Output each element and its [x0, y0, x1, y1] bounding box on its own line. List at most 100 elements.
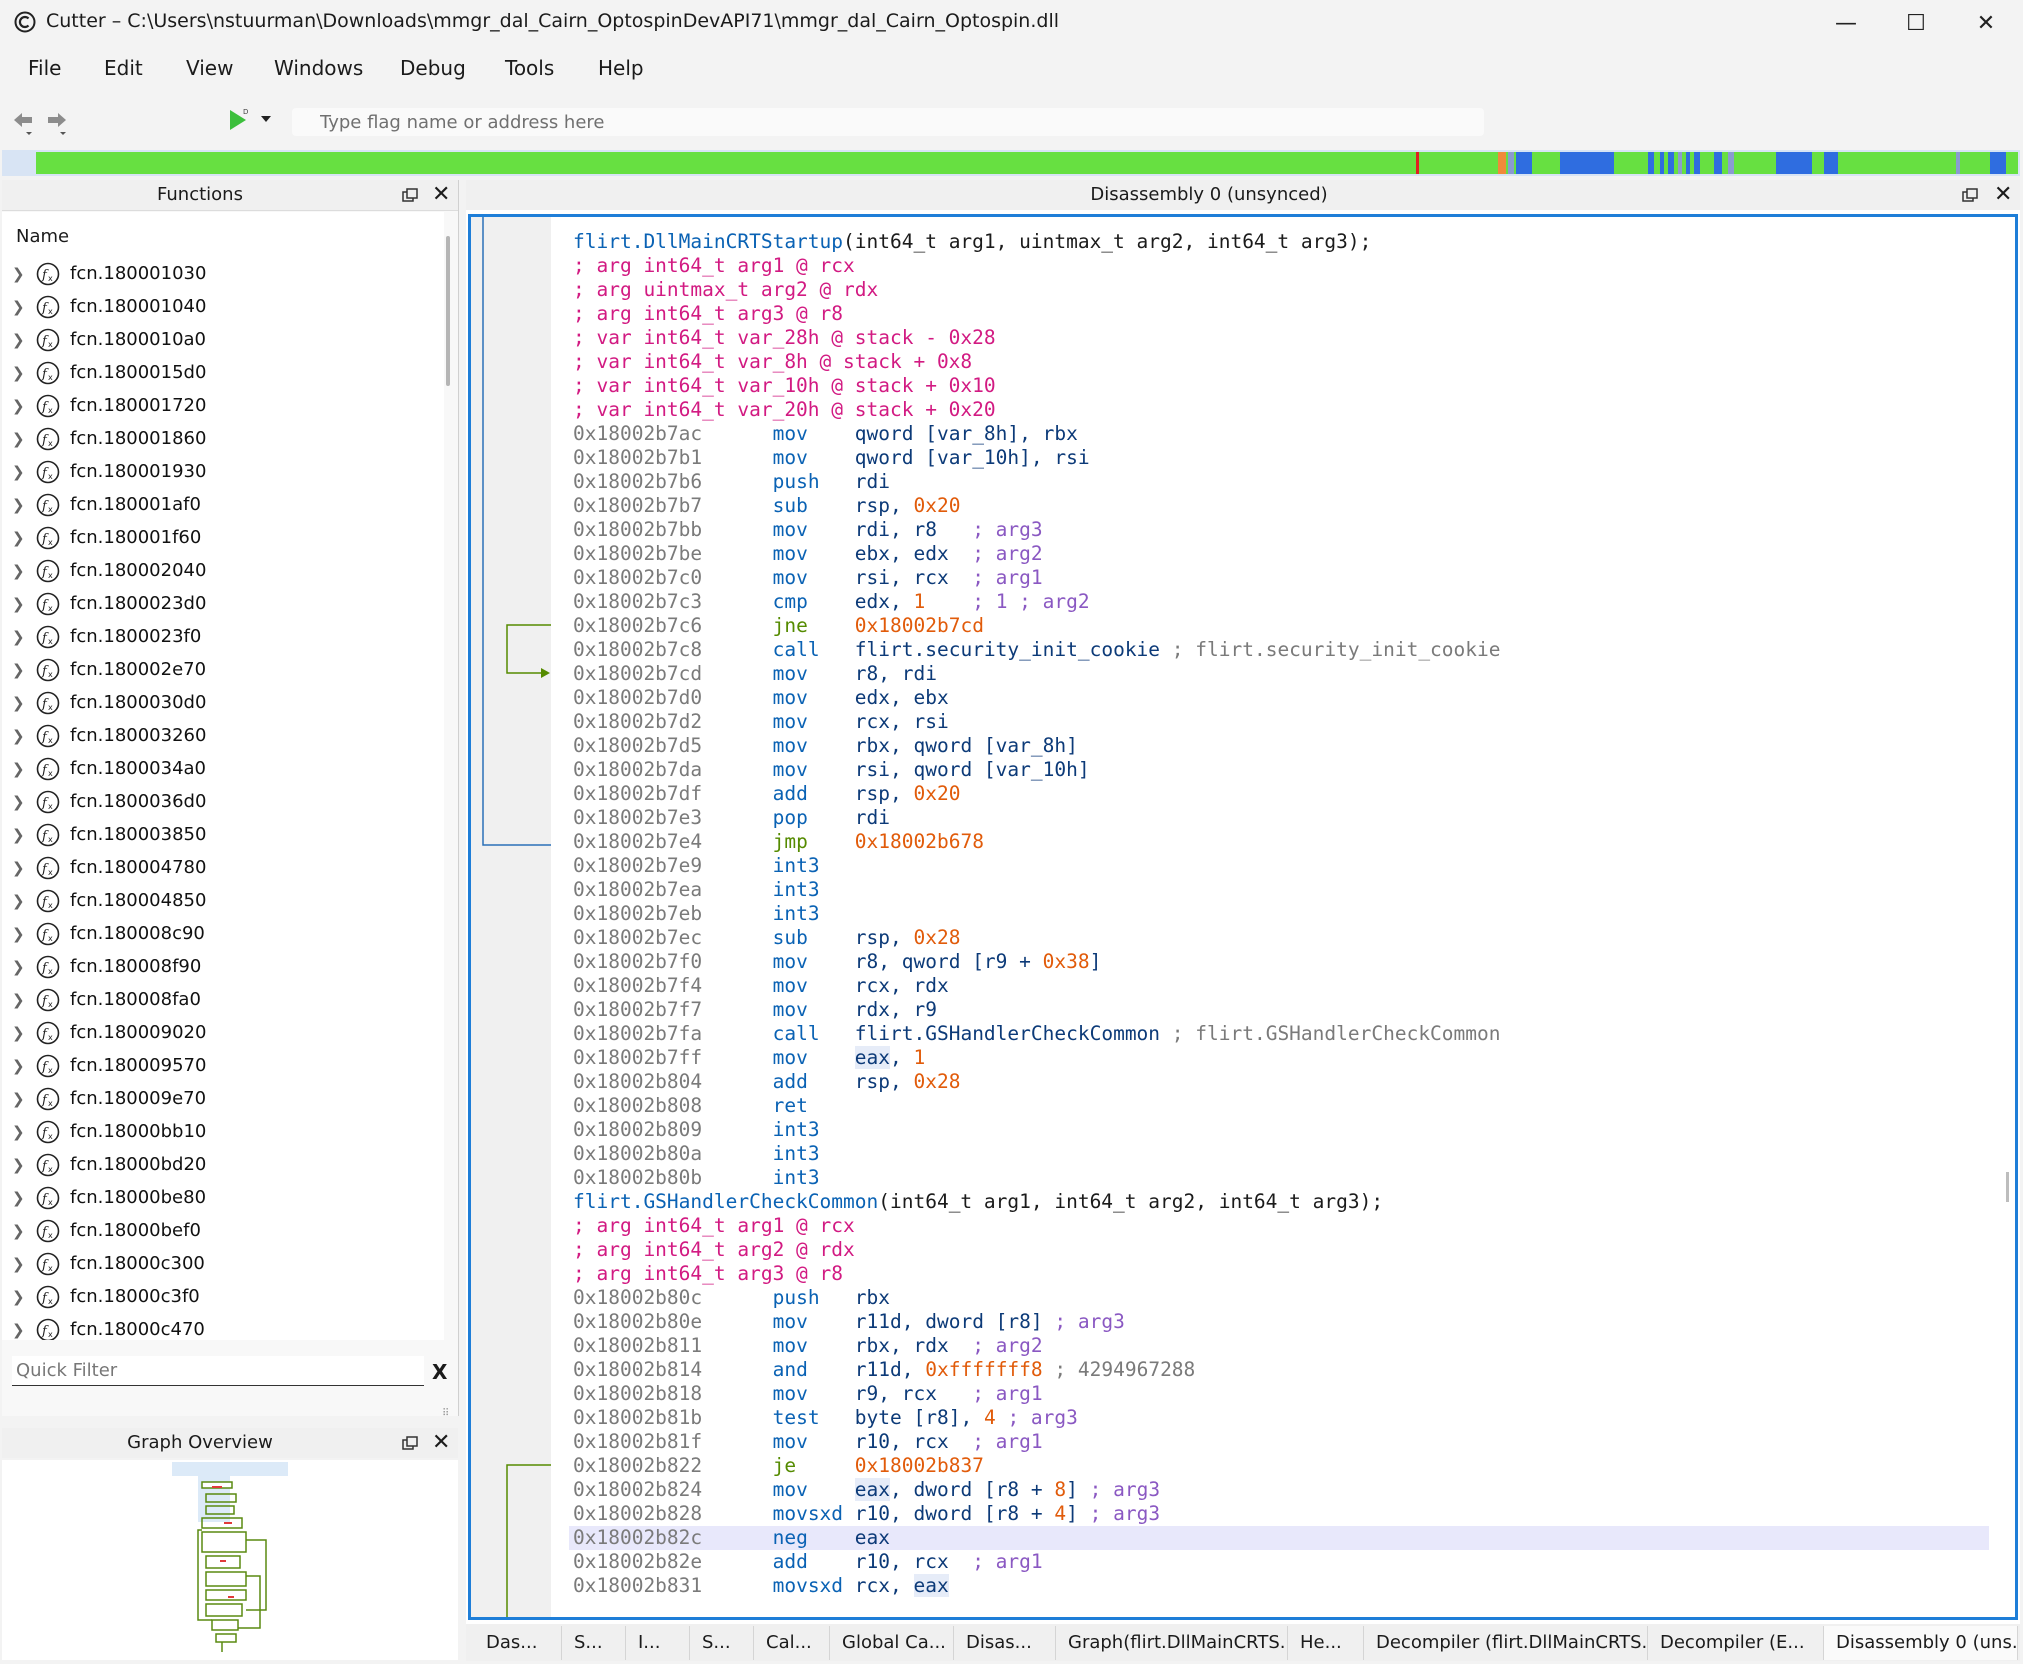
instruction-address[interactable]: 0x18002b7f7 [573, 998, 702, 1021]
function-list-item[interactable]: ❯ f x fcn.1800015d0 [2, 358, 442, 391]
instruction-mnemonic[interactable]: int3 [773, 1142, 820, 1165]
instruction-line[interactable]: 0x18002b814 and r11d, 0xfffffff8 ; 42949… [573, 1358, 1989, 1382]
function-list-item[interactable]: ❯ f x fcn.18000bb10 [2, 1117, 442, 1150]
instruction-line[interactable]: 0x18002b7ff mov eax, 1 [573, 1046, 1989, 1070]
instruction-line[interactable]: 0x18002b7d5 mov rbx, qword [var_8h] [573, 734, 1989, 758]
instruction-address[interactable]: 0x18002b7e4 [573, 830, 702, 853]
menu-windows[interactable]: Windows [274, 56, 363, 80]
operand-token[interactable]: rdx, r9 [855, 998, 937, 1021]
chevron-right-icon[interactable]: ❯ [12, 397, 25, 415]
operand-token[interactable] [925, 590, 972, 613]
close-graph-overview-button[interactable]: ✕ [432, 1432, 450, 1454]
operand-token[interactable]: 0x18002b7cd [855, 614, 984, 637]
instruction-mnemonic[interactable]: jne [773, 614, 808, 637]
operand-token[interactable]: rbx, qword [var_8h] [855, 734, 1078, 757]
function-signature-line[interactable]: flirt.DllMainCRTStartup(int64_t arg1, ui… [573, 230, 1989, 254]
instruction-mnemonic[interactable]: pop [773, 806, 808, 829]
instruction-address[interactable]: 0x18002b831 [573, 1574, 702, 1597]
operand-token[interactable]: r10, rcx [855, 1550, 972, 1573]
float-panel-icon[interactable] [402, 188, 418, 202]
instruction-mnemonic[interactable]: int3 [773, 1118, 820, 1141]
instruction-address[interactable]: 0x18002b7c3 [573, 590, 702, 613]
operand-token[interactable]: rdi, r8 [855, 518, 972, 541]
instruction-address[interactable]: 0x18002b818 [573, 1382, 702, 1405]
instruction-address[interactable]: 0x18002b804 [573, 1070, 702, 1093]
operand-token[interactable]: 1 [914, 590, 926, 613]
tab-global-callgraph[interactable]: Global Ca... [830, 1626, 954, 1660]
operand-token[interactable]: eax [855, 1526, 890, 1549]
function-list-item[interactable]: ❯ f x fcn.1800036d0 [2, 787, 442, 820]
instruction-mnemonic[interactable]: sub [773, 926, 808, 949]
instruction-address[interactable]: 0x18002b809 [573, 1118, 702, 1141]
operand-token[interactable]: edx, [855, 590, 914, 613]
instruction-address[interactable]: 0x18002b80e [573, 1310, 702, 1333]
chevron-right-icon[interactable]: ❯ [12, 1288, 25, 1306]
function-list-item[interactable]: ❯ f x fcn.180003850 [2, 820, 442, 853]
operand-token[interactable]: rcx, rdx [855, 974, 949, 997]
operand-token[interactable]: 0x38 [1043, 950, 1090, 973]
instruction-line[interactable]: 0x18002b7be mov ebx, edx ; arg2 [573, 542, 1989, 566]
instruction-address[interactable]: 0x18002b808 [573, 1094, 702, 1117]
operand-token[interactable]: r8, qword [r9 + [855, 950, 1043, 973]
operand-token[interactable]: ; 4294967288 [1054, 1358, 1195, 1381]
tab-dashboard[interactable]: Das... [474, 1626, 562, 1660]
operand-token[interactable]: 4 [984, 1406, 996, 1429]
instruction-address[interactable]: 0x18002b7df [573, 782, 702, 805]
instruction-mnemonic[interactable]: int3 [773, 902, 820, 925]
function-list-item[interactable]: ❯ f x fcn.18000bd20 [2, 1150, 442, 1183]
instruction-mnemonic[interactable]: int3 [773, 854, 820, 877]
instruction-address[interactable]: 0x18002b811 [573, 1334, 702, 1357]
menu-file[interactable]: File [28, 56, 61, 80]
instruction-address[interactable]: 0x18002b7f4 [573, 974, 702, 997]
instruction-address[interactable]: 0x18002b80a [573, 1142, 702, 1165]
chevron-right-icon[interactable]: ❯ [12, 1057, 25, 1075]
function-list-item[interactable]: ❯ f x fcn.180002040 [2, 556, 442, 589]
instruction-mnemonic[interactable]: cmp [773, 590, 808, 613]
instruction-mnemonic[interactable]: mov [773, 1310, 808, 1333]
chevron-right-icon[interactable]: ❯ [12, 331, 25, 349]
tab-decompiler[interactable]: Decompiler (flirt.DllMainCRTS... [1364, 1626, 1648, 1660]
operand-token[interactable]: r9, rcx [855, 1382, 972, 1405]
instruction-address[interactable]: 0x18002b7cd [573, 662, 702, 685]
tab-hexdump[interactable]: He... [1288, 1626, 1364, 1660]
resize-grip-icon[interactable]: ⠿ [442, 1408, 449, 1419]
operand-token[interactable]: 0x20 [914, 494, 961, 517]
chevron-right-icon[interactable]: ❯ [12, 496, 25, 514]
chevron-right-icon[interactable]: ❯ [12, 892, 25, 910]
menu-debug[interactable]: Debug [400, 56, 466, 80]
instruction-mnemonic[interactable]: mov [773, 998, 808, 1021]
instruction-address[interactable]: 0x18002b7ec [573, 926, 702, 949]
operand-token[interactable]: rsi, rcx [855, 566, 972, 589]
instruction-address[interactable]: 0x18002b7ff [573, 1046, 702, 1069]
float-panel-icon[interactable] [1962, 188, 1978, 202]
variable-comment-line[interactable]: ; arg int64_t arg3 @ r8 [573, 302, 1989, 326]
chevron-right-icon[interactable]: ❯ [12, 661, 25, 679]
instruction-address[interactable]: 0x18002b82c [573, 1526, 702, 1549]
instruction-line[interactable]: 0x18002b804 add rsp, 0x28 [573, 1070, 1989, 1094]
chevron-right-icon[interactable]: ❯ [12, 991, 25, 1009]
instruction-address[interactable]: 0x18002b828 [573, 1502, 702, 1525]
instruction-line[interactable]: 0x18002b7e3 pop rdi [573, 806, 1989, 830]
operand-token[interactable]: rsp, [855, 926, 914, 949]
instruction-address[interactable]: 0x18002b7fa [573, 1022, 702, 1045]
instruction-line[interactable]: 0x18002b822 je 0x18002b837 [573, 1454, 1989, 1478]
function-list-item[interactable]: ❯ f x fcn.180009570 [2, 1051, 442, 1084]
instruction-line[interactable]: 0x18002b7ac mov qword [var_8h], rbx [573, 422, 1989, 446]
instruction-line[interactable]: 0x18002b7f0 mov r8, qword [r9 + 0x38] [573, 950, 1989, 974]
instruction-mnemonic[interactable]: add [773, 782, 808, 805]
operand-token[interactable]: eax [854, 1046, 891, 1069]
variable-comment-line[interactable]: ; var int64_t var_20h @ stack + 0x20 [573, 398, 1989, 422]
operand-token[interactable]: 0x20 [914, 782, 961, 805]
operand-token[interactable]: rsi, qword [var_10h] [855, 758, 1090, 781]
operand-token[interactable]: 0x28 [914, 1070, 961, 1093]
instruction-line[interactable]: 0x18002b7d2 mov rcx, rsi [573, 710, 1989, 734]
instruction-address[interactable]: 0x18002b7d0 [573, 686, 702, 709]
operand-token[interactable]: qword [var_10h], rsi [855, 446, 1090, 469]
operand-token[interactable]: rsp, [855, 782, 914, 805]
instruction-mnemonic[interactable]: add [773, 1070, 808, 1093]
instruction-address[interactable]: 0x18002b7bb [573, 518, 702, 541]
quick-filter-input[interactable] [12, 1356, 424, 1386]
function-signature-line[interactable]: flirt.GSHandlerCheckCommon(int64_t arg1,… [573, 1190, 1989, 1214]
instruction-address[interactable]: 0x18002b822 [573, 1454, 702, 1477]
instruction-line[interactable]: 0x18002b7b6 push rdi [573, 470, 1989, 494]
